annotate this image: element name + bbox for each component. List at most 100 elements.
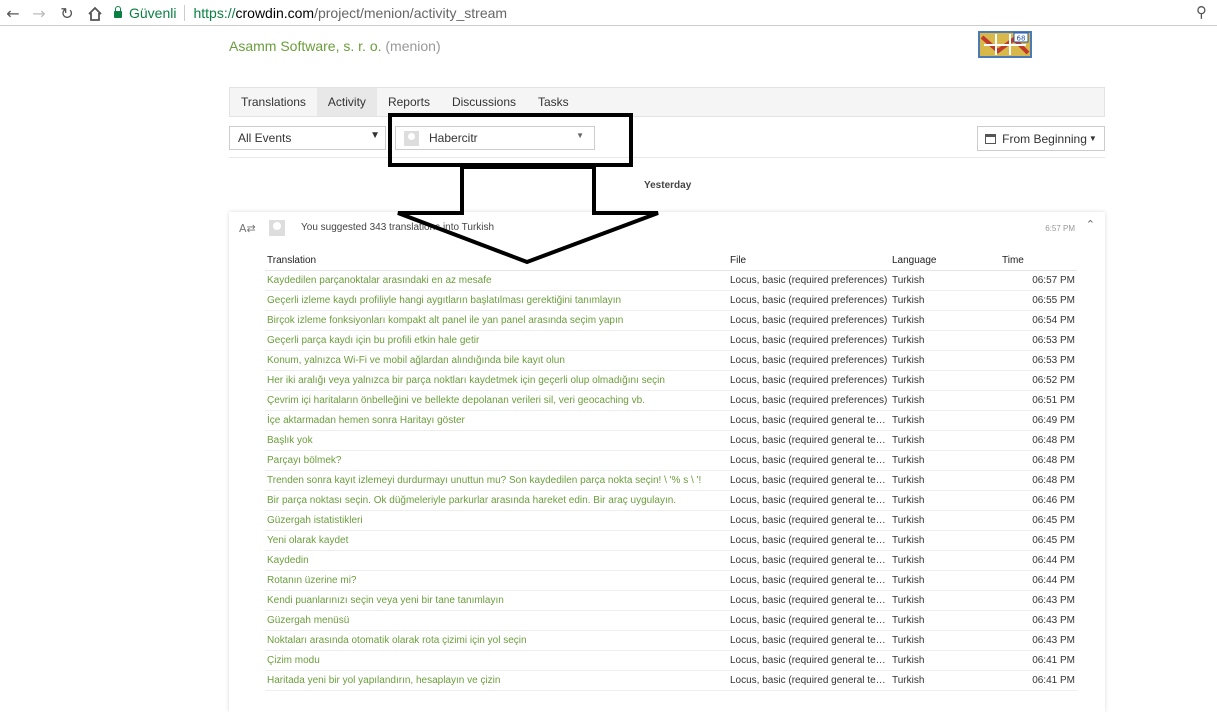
translation-cell[interactable]: Konum, yalnızca Wi-Fi ve mobil ağlardan … (265, 350, 728, 371)
calendar-icon (985, 133, 997, 144)
time-cell: 06:44 PM (1000, 550, 1077, 571)
user-select[interactable]: Habercitr ▼ (395, 126, 595, 150)
home-icon[interactable] (84, 2, 106, 24)
translation-cell[interactable]: Güzergah menüsü (265, 610, 728, 631)
table-row: Rotanın üzerine mi? Locus, basic (require… (265, 570, 1077, 591)
translation-cell[interactable]: Geçerli parça kaydı için bu profili etki… (265, 330, 728, 351)
translate-icon: A⇄ (239, 222, 256, 235)
table-header-row: Translation File Language Time (265, 250, 1077, 271)
date-group-heading: Yesterday (644, 180, 692, 191)
table-row: Bir parça noktası seçin. Ok düğmeleriyle… (265, 490, 1077, 511)
column-header-language: Language (890, 250, 1000, 271)
language-cell: Turkish (890, 330, 1000, 351)
language-cell: Turkish (890, 310, 1000, 331)
url-path: /project/menion/activity_stream (314, 4, 508, 21)
tab-activity[interactable]: Activity (316, 88, 377, 116)
user-select-value: Habercitr (429, 131, 478, 145)
language-cell: Turkish (890, 650, 1000, 671)
time-cell: 06:46 PM (1000, 490, 1077, 511)
language-cell: Turkish (890, 630, 1000, 651)
user-avatar-icon (404, 130, 419, 146)
column-header-file: File (728, 250, 890, 271)
file-cell: Locus, basic (required general texts) (728, 650, 890, 671)
file-cell: Locus, basic (required general texts) (728, 630, 890, 651)
translation-cell[interactable]: Yeni olarak kaydet (265, 530, 728, 551)
translation-cell[interactable]: Haritada yeni bir yol yapılandırın, hesa… (265, 670, 728, 691)
tab-translations[interactable]: Translations (230, 88, 317, 116)
reload-icon[interactable]: ↻ (56, 2, 78, 24)
project-title[interactable]: Asamm Software, s. r. o. (menion) (229, 38, 441, 54)
translation-cell[interactable]: Güzergah istatistikleri (265, 510, 728, 531)
translation-cell[interactable]: Kendi puanlarınızı seçin veya yeni bir t… (265, 590, 728, 611)
translation-cell[interactable]: Çizim modu (265, 650, 728, 671)
tab-discussions[interactable]: Discussions (441, 88, 527, 116)
time-cell: 06:54 PM (1000, 310, 1077, 331)
table-row: Yeni olarak kaydet Locus, basic (required… (265, 530, 1077, 551)
table-row: Her iki aralığı veya yalnızca bir parça … (265, 370, 1077, 391)
translation-cell[interactable]: Geçerli izleme kaydı profiliyle hangi ay… (265, 290, 728, 311)
time-cell: 06:43 PM (1000, 590, 1077, 611)
project-logo: 68 (978, 31, 1032, 58)
date-range-button[interactable]: From Beginning ▼ (977, 126, 1105, 151)
table-row: Geçerli parça kaydı için bu profili etki… (265, 330, 1077, 351)
activity-item: A⇄ You suggested 343 translations into T… (229, 212, 1105, 712)
translation-cell[interactable]: Bir parça noktası seçin. Ok düğmeleriyle… (265, 490, 728, 511)
tab-tasks[interactable]: Tasks (527, 88, 580, 116)
translation-cell[interactable]: Başlık yok (265, 430, 728, 451)
file-cell: Locus, basic (required general texts) (728, 470, 890, 491)
translation-cell[interactable]: Birçok izleme fonksiyonları kompakt alt … (265, 310, 728, 331)
file-cell: Locus, basic (required general texts) (728, 510, 890, 531)
table-row: Birçok izleme fonksiyonları kompakt alt … (265, 310, 1077, 331)
language-cell: Turkish (890, 350, 1000, 371)
translation-cell[interactable]: Çevrim içi haritaların önbelleğini ve be… (265, 390, 728, 411)
time-cell: 06:55 PM (1000, 290, 1077, 311)
date-range-label: From Beginning (1002, 131, 1087, 146)
language-cell: Turkish (890, 270, 1000, 291)
time-cell: 06:52 PM (1000, 370, 1077, 391)
language-cell: Turkish (890, 490, 1000, 511)
tab-reports[interactable]: Reports (377, 88, 441, 116)
table-row: Kaydedilen parçanoktalar arasındaki en a… (265, 270, 1077, 291)
language-cell: Turkish (890, 450, 1000, 471)
language-cell: Turkish (890, 470, 1000, 491)
translation-cell[interactable]: Trenden sonra kayıt izlemeyi durdurmayı … (265, 470, 728, 491)
back-icon[interactable]: ← (2, 2, 24, 24)
translation-cell[interactable]: Kaydedin (265, 550, 728, 571)
language-cell: Turkish (890, 670, 1000, 691)
time-cell: 06:57 PM (1000, 270, 1077, 291)
time-cell: 06:45 PM (1000, 510, 1077, 531)
file-cell: Locus, basic (required general texts) (728, 610, 890, 631)
chevron-up-icon[interactable]: ⌃ (1086, 218, 1095, 231)
translation-cell[interactable]: Her iki aralığı veya yalnızca bir parça … (265, 370, 728, 391)
time-cell: 06:41 PM (1000, 670, 1077, 691)
translations-table: Translation File Language Time Kaydedile… (265, 250, 1077, 691)
url-host: crowdin.com (235, 4, 315, 21)
project-tabs: Translations Activity Reports Discussion… (229, 87, 1105, 117)
address-bar[interactable]: Güvenli https://crowdin.com/project/meni… (114, 0, 507, 25)
translation-cell[interactable]: Parçayı bölmek? (265, 450, 728, 471)
organization-name: Asamm Software, s. r. o. (229, 38, 382, 54)
file-cell: Locus, basic (required general texts) (728, 570, 890, 591)
divider (229, 157, 1105, 158)
translation-cell[interactable]: Rotanın üzerine mi? (265, 570, 728, 591)
table-row: Parçayı bölmek? Locus, basic (required ge… (265, 450, 1077, 471)
time-cell: 06:48 PM (1000, 470, 1077, 491)
lock-icon (114, 6, 122, 18)
zoom-icon[interactable]: ⚲ (1196, 3, 1207, 21)
time-cell: 06:53 PM (1000, 350, 1077, 371)
table-row: Trenden sonra kayıt izlemeyi durdurmayı … (265, 470, 1077, 491)
security-indicator[interactable]: Güvenli (114, 5, 176, 21)
caret-down-icon: ▼ (1088, 134, 1097, 143)
translation-cell[interactable]: Kaydedilen parçanoktalar arasındaki en a… (265, 270, 728, 291)
time-cell: 06:43 PM (1000, 630, 1077, 651)
translation-cell[interactable]: İçe aktarmadan hemen sonra Haritayı göst… (265, 410, 728, 431)
file-cell: Locus, basic (required preferences) (728, 330, 890, 351)
language-cell: Turkish (890, 550, 1000, 571)
file-cell: Locus, basic (required general texts) (728, 430, 890, 451)
event-type-select[interactable]: All Events ▼ (229, 126, 386, 150)
forward-icon[interactable]: → (28, 2, 50, 24)
file-cell: Locus, basic (required preferences) (728, 290, 890, 311)
language-cell: Turkish (890, 390, 1000, 411)
event-type-value: All Events (238, 131, 292, 145)
translation-cell[interactable]: Noktaları arasında otomatik olarak rota … (265, 630, 728, 651)
